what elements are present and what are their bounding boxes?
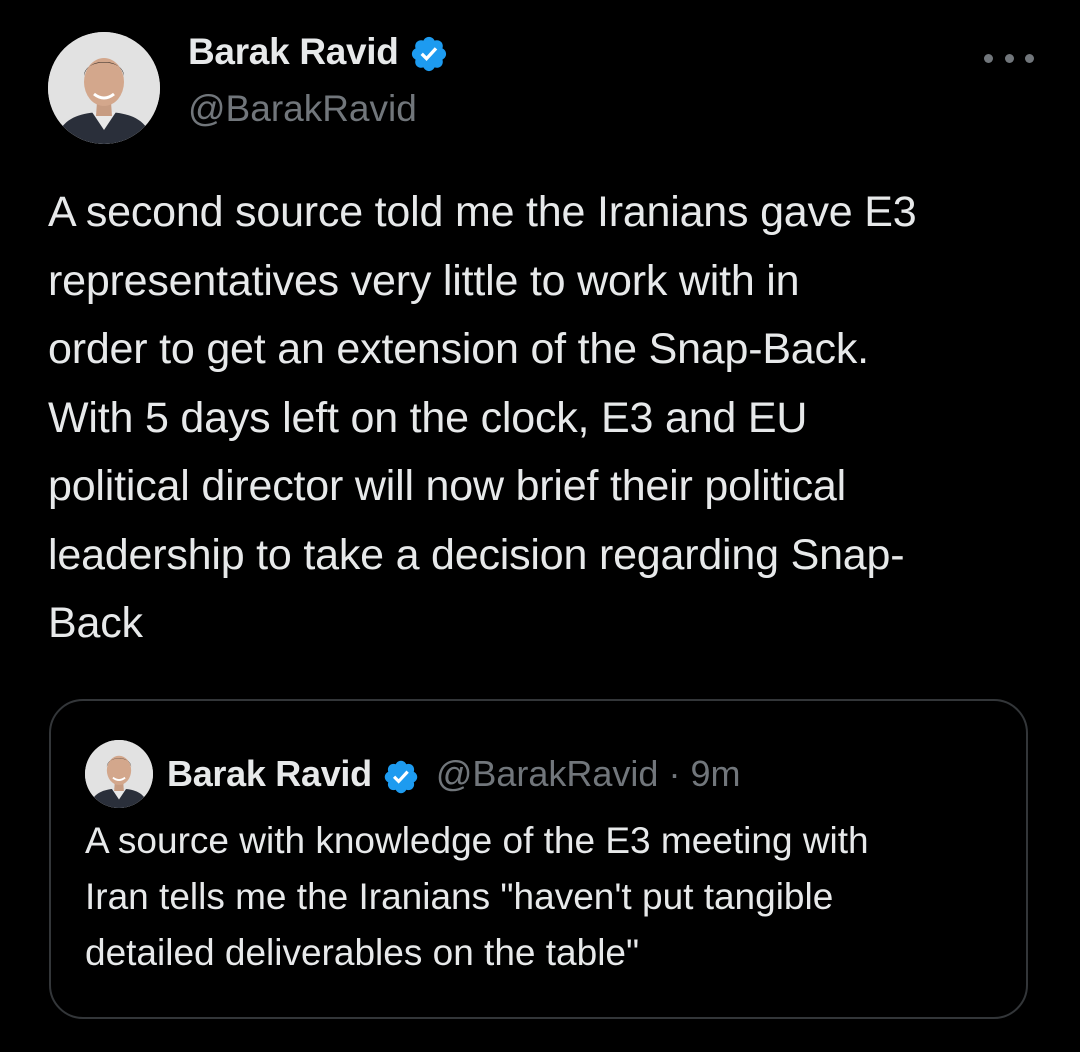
quoted-tweet-text: A source with knowledge of the E3 meetin… [85, 820, 869, 973]
quoted-author-avatar[interactable] [85, 740, 153, 808]
tweet-text: A second source told me the Iranians gav… [48, 188, 917, 647]
verified-badge-icon[interactable] [382, 758, 420, 796]
author-handle[interactable]: @BarakRavid [188, 88, 449, 130]
author-display-name[interactable]: Barak Ravid [188, 31, 399, 73]
profile-photo-icon [48, 32, 160, 144]
author-name-row: Barak Ravid [188, 30, 449, 74]
tweet: Barak Ravid @BarakRavid A second source … [0, 0, 1080, 1052]
profile-photo-icon [85, 740, 153, 808]
more-horizontal-icon [984, 53, 993, 63]
quoted-author-handle[interactable]: @BarakRavid [436, 753, 659, 795]
quoted-tweet[interactable]: Barak Ravid @BarakRavid · 9m A source wi… [49, 699, 1028, 1019]
author-avatar[interactable] [48, 32, 160, 144]
more-horizontal-icon-dot [1004, 53, 1014, 63]
quoted-tweet-header: Barak Ravid @BarakRavid · 9m [85, 739, 740, 809]
separator-dot: · [668, 753, 681, 794]
verified-badge-icon[interactable] [409, 34, 449, 74]
quoted-tweet-timestamp[interactable]: 9m [690, 753, 740, 795]
author-info: Barak Ravid @BarakRavid [188, 30, 449, 130]
more-horizontal-icon-dot [1025, 53, 1034, 63]
more-options-button[interactable] [984, 46, 1034, 70]
quoted-author-display-name[interactable]: Barak Ravid [167, 753, 372, 795]
